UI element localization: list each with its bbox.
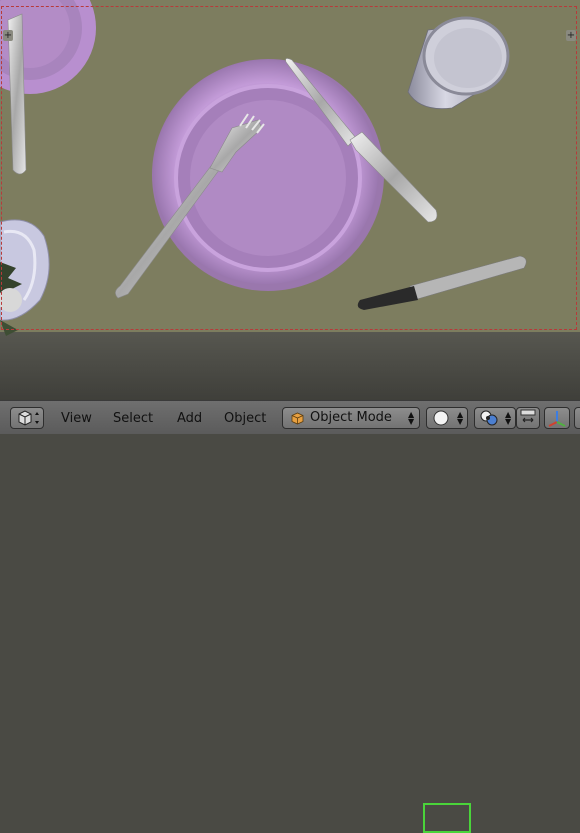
menu-object[interactable]: Object	[224, 411, 266, 427]
scene-render	[0, 0, 580, 400]
region-toggle-left-icon[interactable]: +	[3, 30, 13, 41]
viewport-shading-dropdown[interactable]: ▲ ▼	[426, 407, 468, 429]
cube-icon	[291, 412, 304, 425]
menu-add[interactable]: Add	[177, 411, 202, 427]
solid-sphere-icon	[433, 410, 449, 426]
updown-icon: ▲ ▼	[408, 410, 415, 426]
menu-view[interactable]: View	[61, 411, 92, 427]
editor-type-button[interactable]	[10, 407, 44, 429]
region-toggle-right-icon[interactable]: +	[566, 30, 576, 41]
pivot-point-dropdown[interactable]: ▲ ▼	[474, 407, 516, 429]
more-button[interactable]	[574, 407, 580, 429]
manipulator-icon	[548, 411, 566, 427]
mode-label: Object Mode	[310, 410, 392, 425]
manipulator-button[interactable]	[544, 407, 570, 429]
updown-icon: ▲ ▼	[505, 410, 512, 426]
selection-highlight	[423, 803, 471, 833]
menu-select[interactable]: Select	[113, 411, 153, 427]
mode-dropdown[interactable]: Object Mode ▲ ▼	[282, 407, 420, 429]
viewport-header: View Select Add Object Object Mode ▲ ▼ ▲ ▼…	[0, 400, 580, 833]
cube-view-icon	[18, 410, 39, 426]
floor-area	[0, 332, 580, 400]
updown-icon: ▲ ▼	[457, 410, 464, 426]
3d-viewport[interactable]: + +	[0, 0, 580, 400]
pivot-icon	[480, 410, 498, 426]
plate-large	[152, 59, 384, 291]
snap-icon	[520, 409, 536, 423]
snap-button[interactable]	[516, 407, 540, 429]
